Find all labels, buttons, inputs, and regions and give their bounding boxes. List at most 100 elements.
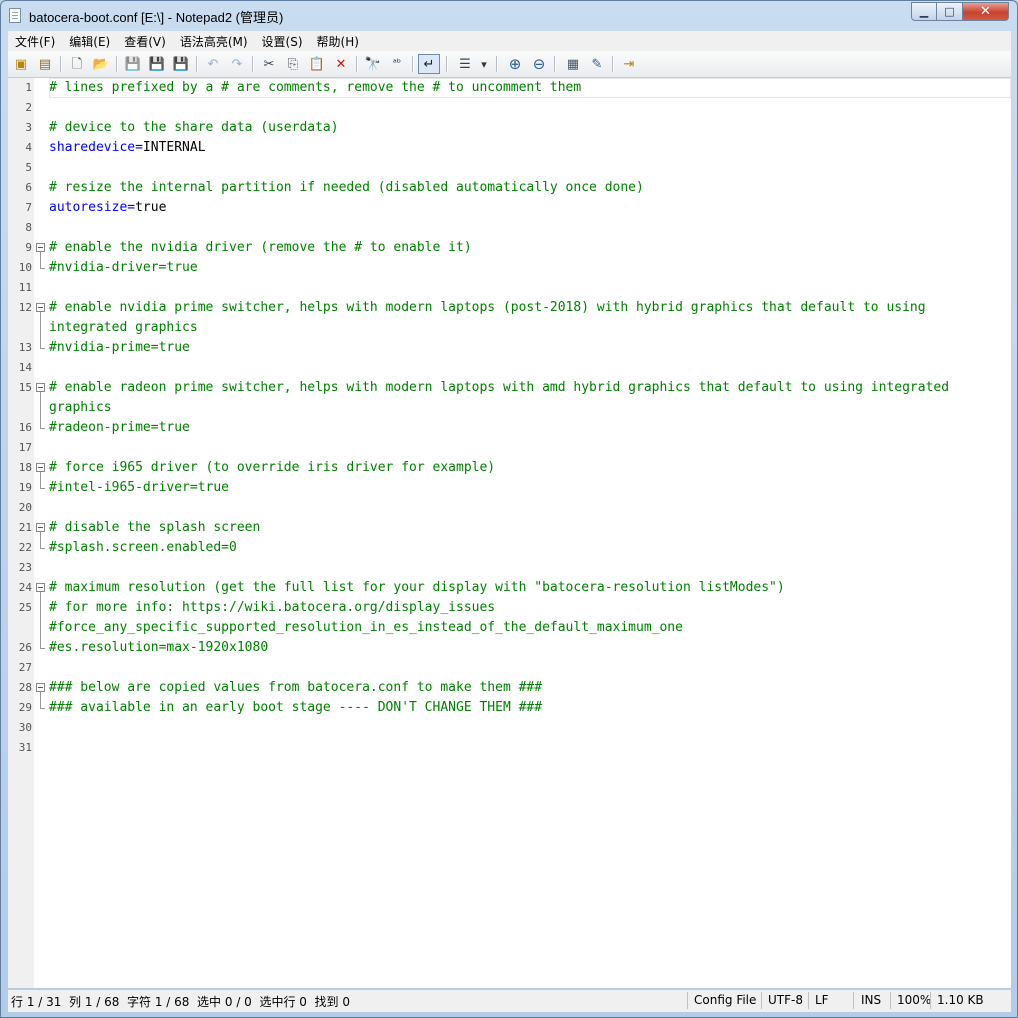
- code-line[interactable]: [49, 658, 1011, 678]
- paste-icon[interactable]: 📋: [308, 55, 326, 73]
- save-icon[interactable]: 💾: [124, 55, 142, 73]
- menu-settings[interactable]: 设置(S): [255, 33, 310, 50]
- minimize-button[interactable]: ▁: [911, 2, 937, 21]
- zoom-in-icon[interactable]: ⊕: [506, 55, 524, 73]
- menu-help[interactable]: 帮助(H): [310, 33, 366, 50]
- fold-toggle-icon[interactable]: [36, 683, 45, 692]
- code-line[interactable]: #nvidia-prime=true: [49, 338, 1011, 358]
- code-line[interactable]: #radeon-prime=true: [49, 418, 1011, 438]
- equals-sign: =: [135, 140, 143, 155]
- code-line[interactable]: # maximum resolution (get the full list …: [49, 578, 1011, 598]
- code-line[interactable]: #intel-i965-driver=true: [49, 478, 1011, 498]
- status-encoding[interactable]: UTF-8: [768, 993, 803, 1007]
- fold-end-marker: [40, 708, 45, 709]
- code-line[interactable]: # disable the splash screen: [49, 518, 1011, 538]
- code-line[interactable]: [49, 218, 1011, 238]
- menu-edit[interactable]: 编辑(E): [62, 33, 117, 50]
- copy-icon[interactable]: ⎘: [284, 55, 302, 73]
- run-icon[interactable]: ▣: [12, 55, 30, 73]
- replace-icon[interactable]: ᵃᵇ: [388, 55, 406, 73]
- code-line[interactable]: integrated graphics: [49, 318, 1011, 338]
- status-scheme[interactable]: Config File: [694, 993, 756, 1007]
- line-number: 25: [18, 601, 32, 614]
- undo-icon[interactable]: ↶: [204, 55, 222, 73]
- code-line[interactable]: graphics: [49, 398, 1011, 418]
- editor-area[interactable]: 1 2 3 4 5 6 7 8 9 10 11 12 13 14 15 16 17 18 19 20 21 22 23 24 2…: [8, 78, 1011, 988]
- line-number: 9: [25, 241, 32, 254]
- code-line[interactable]: [49, 158, 1011, 178]
- code-line[interactable]: #nvidia-driver=true: [49, 258, 1011, 278]
- config-value: INTERNAL: [142, 140, 206, 155]
- word-wrap-icon[interactable]: ↵: [418, 54, 440, 74]
- code-line[interactable]: # force i965 driver (to override iris dr…: [49, 458, 1011, 478]
- notepad-app-icon[interactable]: [9, 8, 21, 23]
- fold-toggle-icon[interactable]: [36, 243, 45, 252]
- save-copy-icon[interactable]: 💾: [172, 55, 190, 73]
- toolbar-separator: [554, 56, 556, 72]
- code-line[interactable]: # lines prefixed by a # are comments, re…: [49, 78, 1011, 98]
- dropdown-arrow-icon[interactable]: ▾: [478, 55, 490, 73]
- fold-toggle-icon[interactable]: [36, 303, 45, 312]
- code-line[interactable]: [49, 498, 1011, 518]
- comment-text: # disable the splash screen: [49, 520, 261, 535]
- fold-margin[interactable]: [34, 78, 48, 988]
- find-file-icon[interactable]: ▤: [36, 55, 54, 73]
- menu-file[interactable]: 文件(F): [8, 33, 62, 50]
- cut-icon[interactable]: ✂: [260, 55, 278, 73]
- code-line[interactable]: # enable radeon prime switcher, helps wi…: [49, 378, 1011, 398]
- toolbar-separator: [612, 56, 614, 72]
- status-divider: [808, 992, 809, 1009]
- code-line[interactable]: ### below are copied values from batocer…: [49, 678, 1011, 698]
- window-title: batocera-boot.conf [E:\] - Notepad2 (管理员…: [29, 10, 284, 25]
- code-line[interactable]: [49, 98, 1011, 118]
- menu-view[interactable]: 查看(V): [117, 33, 173, 50]
- code-line[interactable]: [49, 358, 1011, 378]
- delete-icon[interactable]: ✕: [332, 55, 350, 73]
- fold-toggle-icon[interactable]: [36, 523, 45, 532]
- code-line[interactable]: #force_any_specific_supported_resolution…: [49, 618, 1011, 638]
- zoom-out-icon[interactable]: ⊖: [530, 55, 548, 73]
- status-zoom[interactable]: 100%: [897, 993, 931, 1007]
- status-eol[interactable]: LF: [815, 993, 829, 1007]
- scheme-icon[interactable]: ▦: [564, 55, 582, 73]
- code-line[interactable]: [49, 738, 1011, 758]
- line-number: 30: [18, 721, 32, 734]
- title-bar[interactable]: batocera-boot.conf [E:\] - Notepad2 (管理员…: [1, 1, 1017, 31]
- find-icon[interactable]: 🔭: [364, 55, 382, 73]
- code-line[interactable]: # enable the nvidia driver (remove the #…: [49, 238, 1011, 258]
- code-line[interactable]: #splash.screen.enabled=0: [49, 538, 1011, 558]
- code-line[interactable]: [49, 558, 1011, 578]
- fold-toggle-icon[interactable]: [36, 583, 45, 592]
- save-as-icon[interactable]: 💾: [148, 55, 166, 73]
- customize-icon[interactable]: ✎: [588, 55, 606, 73]
- code-line[interactable]: sharedevice=INTERNAL: [49, 138, 1011, 158]
- comment-text: # lines prefixed by a # are comments, re…: [49, 80, 582, 95]
- new-file-icon[interactable]: 🗋: [68, 55, 86, 73]
- code-line[interactable]: [49, 438, 1011, 458]
- code-line[interactable]: #es.resolution=max-1920x1080: [49, 638, 1011, 658]
- fold-toggle-icon[interactable]: [36, 463, 45, 472]
- open-folder-icon[interactable]: 📂: [92, 55, 110, 73]
- exit-icon[interactable]: ⇥: [620, 55, 638, 73]
- close-button[interactable]: ✕: [963, 2, 1009, 21]
- code-line[interactable]: # resize the internal partition if neede…: [49, 178, 1011, 198]
- list-icon[interactable]: ☰: [456, 55, 474, 73]
- fold-toggle-icon[interactable]: [36, 383, 45, 392]
- menu-syntax-highlight[interactable]: 语法高亮(M): [173, 33, 255, 50]
- code-line[interactable]: autoresize=true: [49, 198, 1011, 218]
- code-line[interactable]: # for more info: https://wiki.batocera.o…: [49, 598, 1011, 618]
- code-line[interactable]: [49, 278, 1011, 298]
- redo-icon[interactable]: ↷: [228, 55, 246, 73]
- comment-text: #radeon-prime=true: [49, 420, 190, 435]
- config-key: sharedevice: [49, 140, 136, 155]
- code-line[interactable]: # device to the share data (userdata): [49, 118, 1011, 138]
- status-ovr[interactable]: INS: [861, 993, 881, 1007]
- comment-text: # resize the internal partition if neede…: [49, 180, 644, 195]
- line-number: 10: [18, 261, 32, 274]
- code-line[interactable]: [49, 718, 1011, 738]
- comment-text: #es.resolution=max-1920x1080: [49, 640, 269, 655]
- fold-guide-line: [40, 472, 41, 488]
- maximize-button[interactable]: □: [937, 2, 963, 21]
- code-line[interactable]: # enable nvidia prime switcher, helps wi…: [49, 298, 1011, 318]
- code-line[interactable]: ### available in an early boot stage ---…: [49, 698, 1011, 718]
